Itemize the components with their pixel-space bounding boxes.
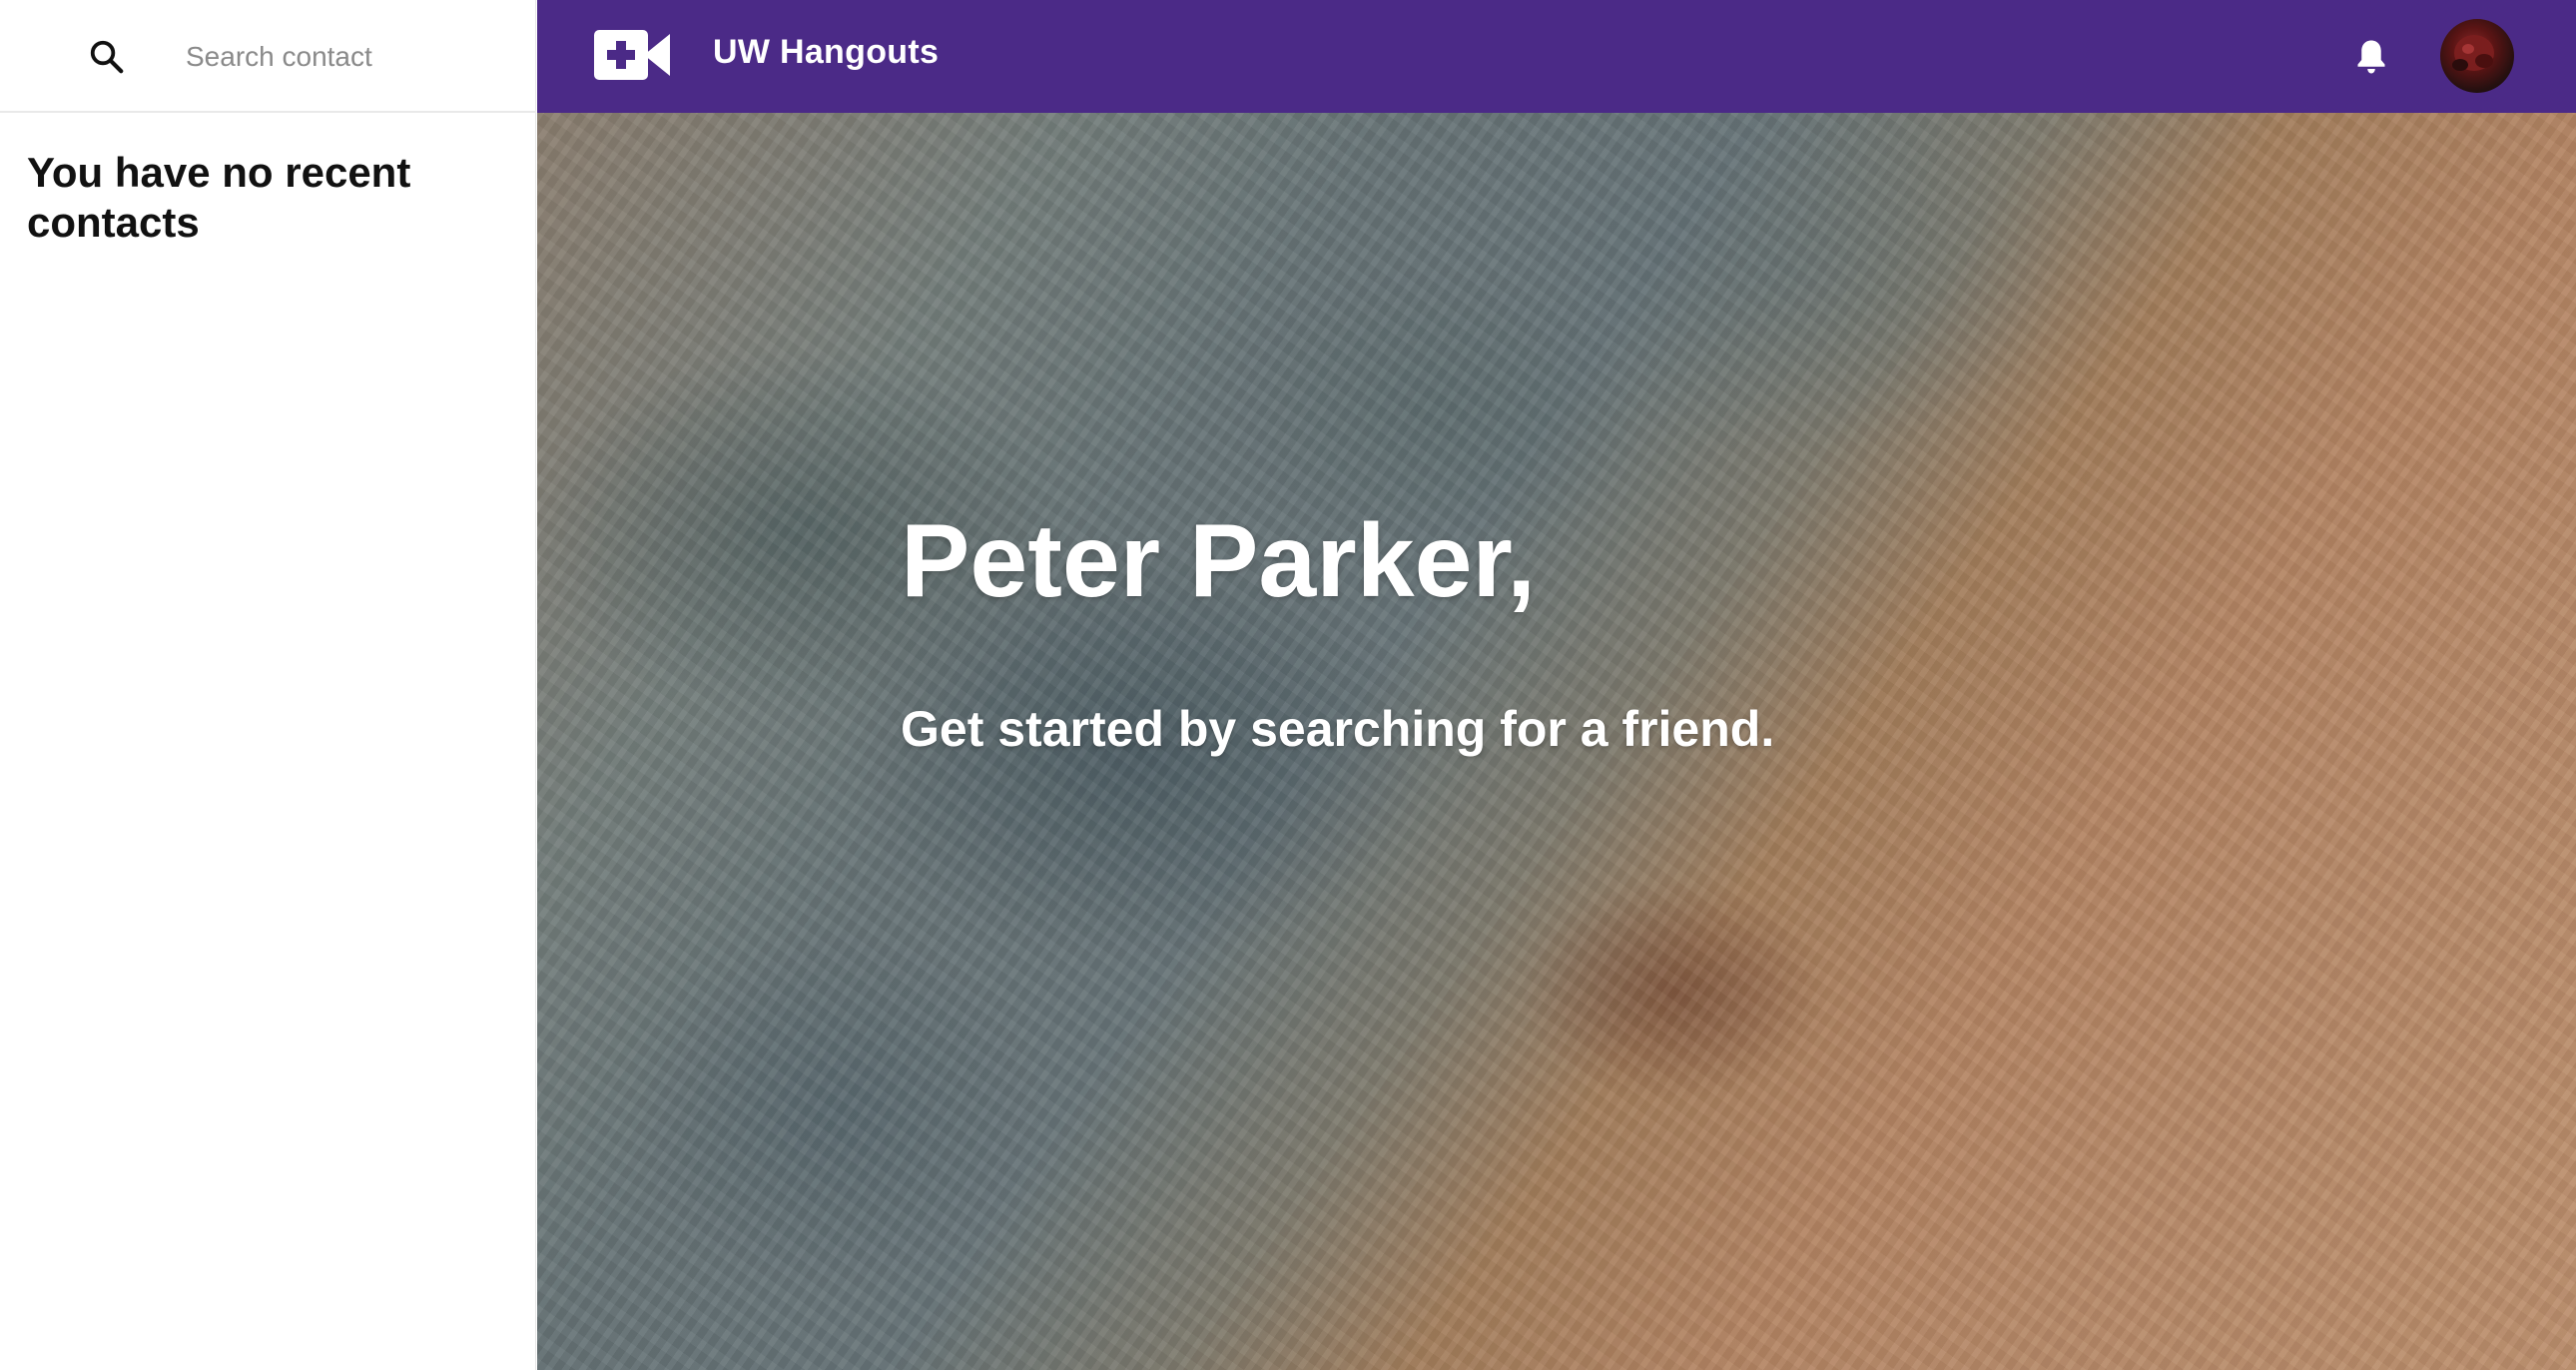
video-call-add-icon [594, 30, 670, 80]
search-input[interactable] [186, 28, 505, 86]
top-app-bar: UW Hangouts [537, 0, 2576, 113]
user-avatar[interactable] [2440, 19, 2514, 93]
no-recent-contacts-message: You have no recent contacts [27, 149, 411, 246]
contacts-sidebar: You have no recent contacts [0, 0, 536, 1370]
welcome-panel: Peter Parker, Get started by searching f… [537, 113, 2576, 1370]
welcome-subtitle: Get started by searching for a friend. [901, 701, 1775, 757]
search-bar [0, 0, 536, 113]
avatar-image [2452, 35, 2494, 71]
search-icon[interactable] [88, 38, 126, 76]
app-title: UW Hangouts [713, 33, 940, 71]
greeting-heading: Peter Parker, [901, 503, 1537, 619]
app-root: You have no recent contacts UW Hangouts … [0, 0, 2576, 1370]
bell-icon[interactable] [2353, 37, 2389, 77]
